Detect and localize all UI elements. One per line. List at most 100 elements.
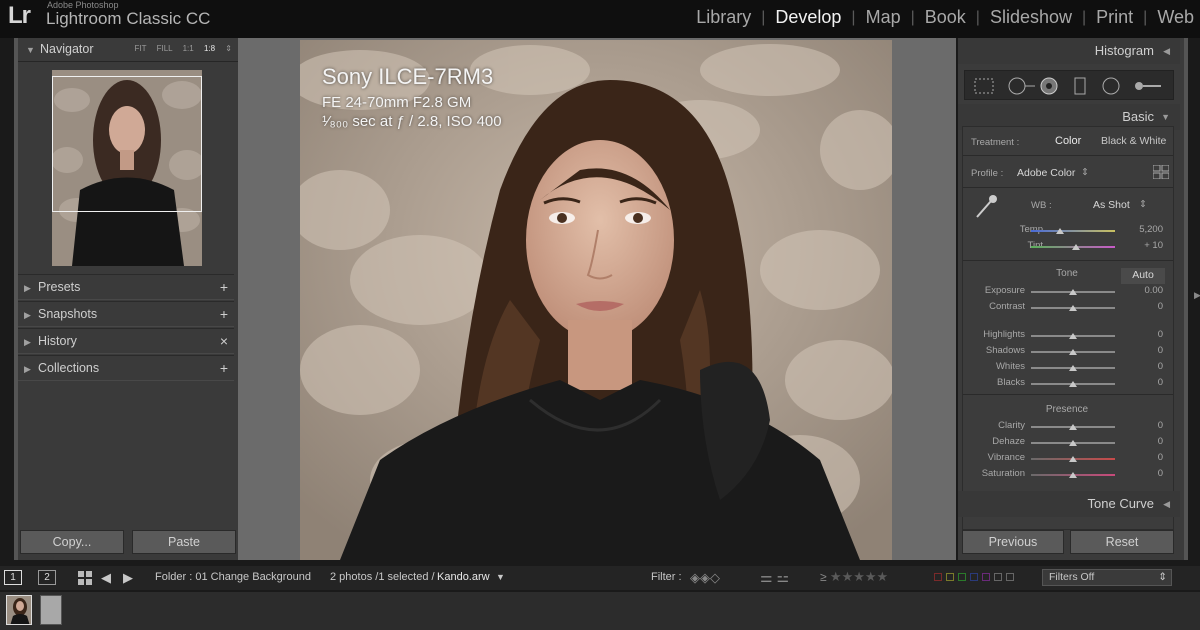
tone-slider-label: Shadows xyxy=(985,345,1025,356)
tone-slider-value[interactable]: 0 xyxy=(1123,361,1163,372)
screen-2-button[interactable]: 2 xyxy=(38,570,56,585)
screen-1-button[interactable]: 1 xyxy=(4,570,22,585)
add-preset-icon[interactable]: + xyxy=(220,275,228,299)
presence-slider-value[interactable]: 0 xyxy=(1123,452,1163,463)
module-develop[interactable]: Develop xyxy=(765,7,851,28)
presence-slider-handle[interactable] xyxy=(1069,456,1077,462)
tone-slider-handle[interactable] xyxy=(1069,289,1077,295)
filmstrip-thumbnail-selected[interactable] xyxy=(6,595,32,625)
history-section[interactable]: ▶ History × xyxy=(18,328,234,354)
collapse-left-triangle-icon[interactable]: ◀ xyxy=(1163,38,1170,64)
radial-filter-icon[interactable] xyxy=(1102,77,1120,95)
filmstrip-thumbnail[interactable] xyxy=(40,595,62,625)
presence-slider-handle[interactable] xyxy=(1069,472,1077,478)
presence-slider-handle[interactable] xyxy=(1069,424,1077,430)
filename-dropdown-icon[interactable]: ▼ xyxy=(496,572,505,582)
treatment-bw[interactable]: Black & White xyxy=(1101,135,1166,147)
navigator-header[interactable]: ▼ Navigator FIT FILL 1:1 1:8 ⇕ xyxy=(18,38,238,62)
selected-filename[interactable]: Kando.arw xyxy=(437,571,490,583)
lightroom-logo: Lr xyxy=(8,2,31,29)
right-panel-toggle-icon[interactable]: ▶ xyxy=(1194,290,1200,330)
tone-slider-handle[interactable] xyxy=(1069,305,1077,311)
profile-browser-icon[interactable] xyxy=(1152,164,1170,184)
dropdown-arrow-icon: ⇕ xyxy=(1158,571,1167,583)
module-slideshow[interactable]: Slideshow xyxy=(980,7,1082,28)
tone-slider-handle[interactable] xyxy=(1069,365,1077,371)
folder-path[interactable]: Folder : 01 Change Background xyxy=(155,571,311,583)
previous-button[interactable]: Previous xyxy=(962,530,1064,554)
module-book[interactable]: Book xyxy=(915,7,976,28)
add-collection-icon[interactable]: + xyxy=(220,356,228,380)
module-library[interactable]: Library xyxy=(686,7,761,28)
collapse-triangle-icon[interactable]: ▼ xyxy=(26,39,40,61)
tone-slider-value[interactable]: 0.00 xyxy=(1123,285,1164,296)
copy-button[interactable]: Copy... xyxy=(20,530,124,554)
histogram-header[interactable]: Histogram ◀ xyxy=(958,38,1180,64)
presence-slider-label: Clarity xyxy=(998,420,1025,431)
tone-slider-handle[interactable] xyxy=(1069,333,1077,339)
adjustment-brush-icon[interactable] xyxy=(1135,82,1161,90)
paste-button[interactable]: Paste xyxy=(132,530,236,554)
presence-slider-value[interactable]: 0 xyxy=(1123,468,1163,479)
filters-off-dropdown[interactable]: Filters Off ⇕ xyxy=(1042,569,1172,586)
exposure-info: ¹⁄₈₀₀ sec at ƒ / 2.8, ISO 400 xyxy=(322,113,502,130)
rating-filter[interactable]: ≥ ★★★★★ xyxy=(820,569,888,585)
navigator-viewport-box[interactable] xyxy=(52,76,202,212)
navigator-title: Navigator xyxy=(40,42,94,56)
grid-view-icon[interactable] xyxy=(78,571,92,588)
back-arrow-icon[interactable]: ◀ xyxy=(101,570,111,586)
module-web[interactable]: Web xyxy=(1147,7,1194,28)
presets-section[interactable]: ▶ Presets + xyxy=(18,274,234,300)
main-photo[interactable]: Sony ILCE-7RM3 FE 24-70mm F2.8 GM ¹⁄₈₀₀ … xyxy=(300,40,892,560)
zoom-fit[interactable]: FIT xyxy=(135,44,147,53)
zoom-1-8[interactable]: 1:8 xyxy=(204,44,215,53)
navigator-preview[interactable] xyxy=(52,70,202,266)
presence-slider-value[interactable]: 0 xyxy=(1123,420,1163,431)
redeye-icon[interactable] xyxy=(1040,77,1058,95)
temp-slider[interactable] xyxy=(1031,230,1115,232)
presence-slider-value[interactable]: 0 xyxy=(1123,436,1163,447)
forward-arrow-icon[interactable]: ▶ xyxy=(123,570,133,586)
color-label-filter[interactable] xyxy=(934,573,1014,581)
zoom-fill[interactable]: FILL xyxy=(157,44,173,53)
spot-removal-icon[interactable] xyxy=(1008,77,1035,95)
graduated-filter-icon[interactable] xyxy=(1074,77,1086,95)
tone-slider-value[interactable]: 0 xyxy=(1123,345,1163,356)
treatment-color[interactable]: Color xyxy=(1055,135,1081,147)
tint-slider-handle[interactable] xyxy=(1072,244,1080,250)
snapshots-section[interactable]: ▶ Snapshots + xyxy=(18,301,234,327)
module-map[interactable]: Map xyxy=(856,7,911,28)
clear-history-icon[interactable]: × xyxy=(220,329,228,353)
reset-button[interactable]: Reset xyxy=(1070,530,1174,554)
zoom-1-1[interactable]: 1:1 xyxy=(183,44,194,53)
tone-slider-value[interactable]: 0 xyxy=(1123,377,1163,388)
presence-slider-handle[interactable] xyxy=(1069,440,1077,446)
photo-workspace: Sony ILCE-7RM3 FE 24-70mm F2.8 GM ¹⁄₈₀₀ … xyxy=(238,38,956,560)
tone-slider-handle[interactable] xyxy=(1069,349,1077,355)
crop-tool-icon[interactable] xyxy=(974,78,994,94)
tone-curve-header[interactable]: Tone Curve ◀ xyxy=(958,491,1180,517)
module-print[interactable]: Print xyxy=(1086,7,1143,28)
flag-filter-icons[interactable]: ◈◈◇ xyxy=(690,570,720,586)
temp-slider-handle[interactable] xyxy=(1056,228,1064,234)
tint-value[interactable]: + 10 xyxy=(1123,240,1163,251)
tone-slider-value[interactable]: 0 xyxy=(1123,329,1163,340)
profile-dropdown-icon[interactable]: ⇕ xyxy=(1081,167,1089,178)
left-panel: ▼ Navigator FIT FILL 1:1 1:8 ⇕ ▶ Presets +… xyxy=(14,38,238,560)
auto-button[interactable]: Auto xyxy=(1121,268,1165,284)
treatment-label: Treatment : xyxy=(971,137,1020,148)
collections-label: Collections xyxy=(38,361,100,375)
tone-slider-value[interactable]: 0 xyxy=(1123,301,1163,312)
eyedropper-icon[interactable] xyxy=(973,193,999,226)
wb-dropdown-icon[interactable]: ⇕ xyxy=(1139,199,1147,210)
edit-filter-icon[interactable]: ⚌ ⚍ xyxy=(760,569,789,586)
profile-value[interactable]: Adobe Color xyxy=(1017,167,1075,179)
add-snapshot-icon[interactable]: + xyxy=(220,302,228,326)
wb-value[interactable]: As Shot xyxy=(1093,199,1130,211)
tone-slider-handle[interactable] xyxy=(1069,381,1077,387)
zoom-dropdown-icon[interactable]: ⇕ xyxy=(225,44,232,53)
collections-section[interactable]: ▶ Collections + xyxy=(18,355,234,381)
temp-value[interactable]: 5,200 xyxy=(1123,224,1163,235)
collapse-left-triangle-icon[interactable]: ◀ xyxy=(1163,491,1170,517)
right-panel: Histogram ◀ Basic ▼ Treatment : Color Bl… xyxy=(958,38,1188,560)
